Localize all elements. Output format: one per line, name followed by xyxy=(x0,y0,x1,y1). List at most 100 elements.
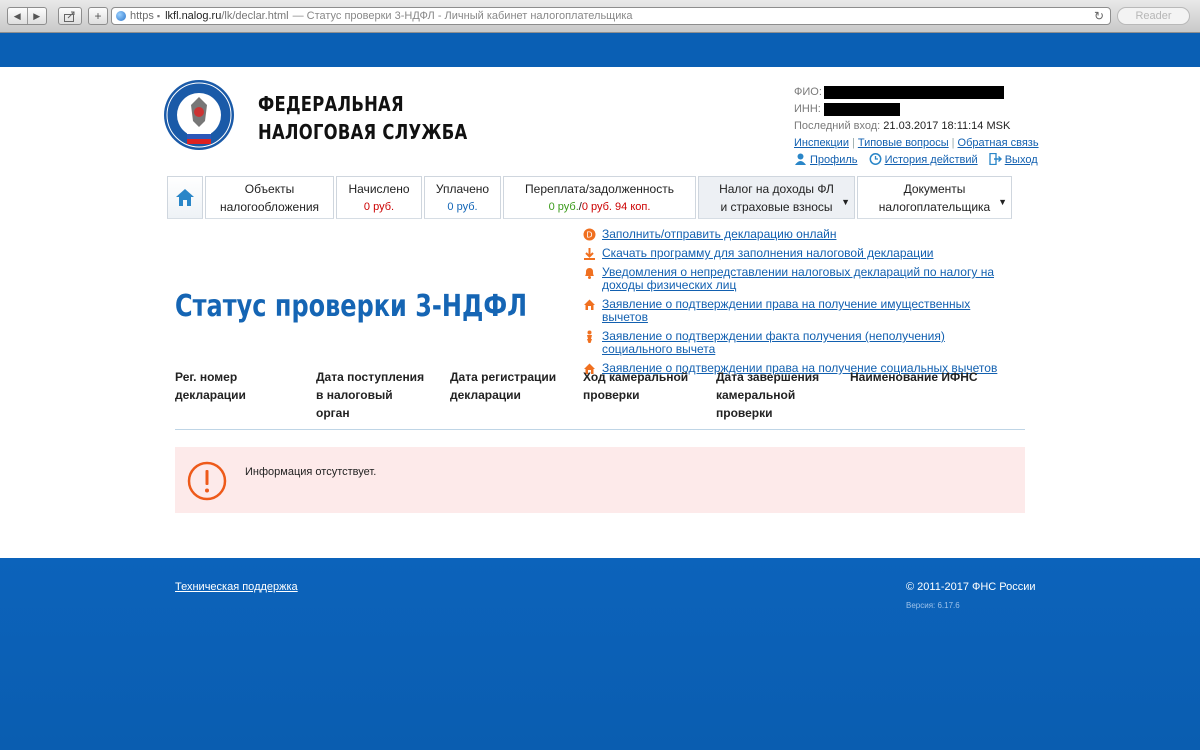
bell-icon xyxy=(585,268,594,279)
forward-icon[interactable]: ▶ xyxy=(26,8,47,24)
last-login-label: Последний вход: xyxy=(794,120,881,132)
new-tab-button[interactable]: + xyxy=(88,7,108,25)
column-text: декларации xyxy=(450,388,521,402)
profile-link[interactable]: Профиль xyxy=(810,154,858,166)
tab-paid[interactable]: Уплачено 0 руб. xyxy=(424,176,501,219)
column-text: в налоговый xyxy=(316,388,393,402)
tab-objects-line1: Объекты xyxy=(244,182,295,196)
column-text: камеральной xyxy=(716,388,796,402)
fns-emblem-icon[interactable] xyxy=(163,75,235,157)
tab-accrued-value: 0 руб. xyxy=(363,201,395,213)
quick-link-item: Уведомления о непредставлении налоговых … xyxy=(583,266,1013,292)
chevron-down-icon: ▼ xyxy=(998,197,1007,207)
tab-home[interactable] xyxy=(167,176,203,219)
redacted-fio xyxy=(824,86,1004,99)
tab-accrued[interactable]: Начислено 0 руб. xyxy=(336,176,422,219)
exclamation-icon xyxy=(187,461,227,501)
tab-documents[interactable]: Документы налогоплательщика ▼ xyxy=(857,176,1012,219)
empty-info-alert: Информация отсутствует. xyxy=(175,447,1025,513)
link-inspections[interactable]: Инспекции xyxy=(794,137,849,149)
share-button[interactable] xyxy=(58,7,82,25)
last-login-value: 21.03.2017 18:11:14 MSK xyxy=(883,120,1011,132)
user-panel: ФИО: ИНН: 7 Последний вход: 21.03.2017 1… xyxy=(794,84,1054,169)
notifications-link[interactable]: Уведомления о непредставлении налоговых … xyxy=(602,265,994,292)
copyright: © 2011-2017 ФНС России xyxy=(906,581,1036,593)
person-icon xyxy=(587,330,592,343)
column-text: Рег. номер xyxy=(175,370,238,384)
property-deduction-link[interactable]: Заявление о подтверждении права на получ… xyxy=(602,297,970,324)
column-text: Дата поступления xyxy=(316,370,425,384)
column-text: Ход камеральной xyxy=(583,370,689,384)
tab-paid-value: 0 руб. xyxy=(447,201,478,213)
column-audit-end-date: Дата завершения камеральной проверки xyxy=(716,368,819,422)
history-nav: ◀ ▶ xyxy=(7,7,47,25)
tab-paid-label: Уплачено xyxy=(435,182,490,196)
share-icon xyxy=(64,11,75,22)
logout-link[interactable]: Выход xyxy=(1005,154,1038,166)
column-reg-number: Рег. номер декларации xyxy=(175,368,246,404)
table-header: Рег. номер декларации Дата поступления в… xyxy=(175,368,1025,430)
url-host: lkfl.nalog.ru xyxy=(165,10,222,22)
tab-balance[interactable]: Переплата/задолженность 0 руб./0 руб. 94… xyxy=(503,176,696,219)
column-text: проверки xyxy=(716,406,773,420)
tab-documents-line2: налогоплательщика xyxy=(878,200,991,214)
column-audit-progress: Ход камеральной проверки xyxy=(583,368,688,404)
version-label: Версия: 6.17.6 xyxy=(906,601,960,610)
url-scheme: https xyxy=(130,10,154,22)
brand-line-1: ФЕДЕРАЛЬНАЯ xyxy=(258,92,404,116)
alert-text: Информация отсутствует. xyxy=(245,466,377,478)
quick-link-item: Заявление о подтверждении права на получ… xyxy=(583,298,1013,324)
fio-label: ФИО: xyxy=(794,86,822,98)
url-path: /lk/declar.html xyxy=(221,10,289,22)
brand-line-2: НАЛОГОВАЯ СЛУЖБА xyxy=(258,120,468,144)
tab-objects[interactable]: Объекты налогообложения xyxy=(205,176,334,219)
column-text: Дата регистрации xyxy=(450,370,557,384)
declaration-online-icon: D xyxy=(583,228,596,241)
house-icon xyxy=(584,299,595,310)
history-link[interactable]: История действий xyxy=(885,154,978,166)
tab-balance-debt: 0 руб. 94 коп. xyxy=(581,201,651,213)
column-text: Дата завершения xyxy=(716,370,820,384)
history-icon xyxy=(869,153,882,165)
column-text: декларации xyxy=(175,388,246,402)
lock-icon: ▪ xyxy=(156,11,161,21)
column-registration-date: Дата регистрации декларации xyxy=(450,368,556,404)
page-tab-title: — Статус проверки 3-НДФЛ - Личный кабине… xyxy=(292,10,633,22)
user-links: Инспекции | Типовые вопросы | Обратная связь xyxy=(794,137,1039,149)
link-faq[interactable]: Типовые вопросы xyxy=(858,137,949,149)
browser-toolbar: ◀ ▶ + https ▪ lkfl.nalog.ru /lk/declar.h… xyxy=(0,0,1200,33)
reload-icon[interactable]: ↻ xyxy=(1094,9,1104,23)
tab-balance-label: Переплата/задолженность xyxy=(525,182,674,196)
brand-name[interactable]: ФЕДЕРАЛЬНАЯ НАЛОГОВАЯ СЛУЖБА xyxy=(258,90,467,146)
link-feedback[interactable]: Обратная связь xyxy=(958,137,1039,149)
quick-link-item: D Заполнить/отправить декларацию онлайн xyxy=(583,228,1013,241)
tab-objects-line2: налогообложения xyxy=(219,200,320,214)
back-icon[interactable]: ◀ xyxy=(8,8,27,24)
tab-balance-overpay: 0 руб. xyxy=(548,201,579,213)
fill-declaration-link[interactable]: Заполнить/отправить декларацию онлайн xyxy=(602,227,836,241)
tech-support-link[interactable]: Техническая поддержка xyxy=(175,581,298,593)
page-title: Статус проверки 3-НДФЛ xyxy=(175,289,528,324)
profile-icon xyxy=(795,153,806,165)
download-icon xyxy=(584,248,595,260)
column-receipt-date: Дата поступления в налоговый орган xyxy=(316,368,424,422)
tab-ndfl[interactable]: Налог на доходы ФЛ и страховые взносы ▼ xyxy=(698,176,855,219)
svg-text:D: D xyxy=(586,231,592,240)
quick-link-item: Скачать программу для заполнения налогов… xyxy=(583,247,1013,260)
tab-ndfl-line1: Налог на доходы ФЛ xyxy=(719,182,834,196)
download-program-link[interactable]: Скачать программу для заполнения налогов… xyxy=(602,246,933,260)
home-icon xyxy=(176,189,194,206)
globe-icon xyxy=(116,11,126,21)
quick-link-item: Заявление о подтверждении факта получени… xyxy=(583,330,1013,356)
main-tabs: Объекты налогообложения Начислено 0 руб.… xyxy=(167,176,1014,219)
inn-label: ИНН: xyxy=(794,103,821,115)
social-deduction-fact-link[interactable]: Заявление о подтверждении факта получени… xyxy=(602,329,945,356)
address-bar[interactable]: https ▪ lkfl.nalog.ru /lk/declar.html — … xyxy=(111,7,1111,25)
logout-icon xyxy=(989,153,1002,165)
redacted-inn xyxy=(824,103,900,116)
reader-button[interactable]: Reader xyxy=(1117,7,1190,25)
chevron-down-icon: ▼ xyxy=(841,197,850,207)
column-text: проверки xyxy=(583,388,640,402)
user-actions: Профиль История действий Выход xyxy=(794,152,1054,169)
plus-icon: + xyxy=(94,9,102,23)
